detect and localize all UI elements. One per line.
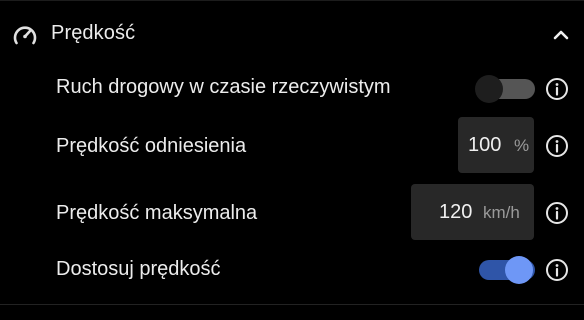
reference-speed-unit: %	[514, 136, 530, 155]
divider-top	[0, 0, 584, 1]
max-speed-unit: km/h	[483, 203, 520, 222]
speed-settings-panel: Prędkość Ruch drogowy w czasie rzeczywis…	[0, 0, 584, 320]
toggle-knob	[475, 75, 503, 103]
max-speed-field[interactable]: 120 km/h	[411, 184, 534, 240]
realtime-traffic-label: Ruch drogowy w czasie rzeczywistym	[56, 76, 391, 98]
speedometer-icon	[13, 26, 37, 45]
section-title: Prędkość	[51, 22, 136, 44]
adjust-speed-label: Dostosuj prędkość	[56, 258, 221, 280]
realtime-traffic-toggle[interactable]	[475, 75, 535, 103]
info-icon[interactable]	[545, 258, 569, 282]
info-icon[interactable]	[545, 201, 569, 225]
info-icon[interactable]	[545, 134, 569, 158]
max-speed-value: 120	[439, 201, 473, 223]
reference-speed-label: Prędkość odniesienia	[56, 135, 247, 157]
reference-speed-value: 100	[468, 134, 502, 156]
toggle-knob	[505, 256, 533, 284]
divider-bottom	[0, 304, 584, 305]
adjust-speed-toggle[interactable]	[479, 256, 535, 284]
reference-speed-field[interactable]: 100 %	[458, 117, 534, 173]
info-icon[interactable]	[545, 77, 569, 101]
chevron-up-icon[interactable]	[553, 29, 569, 41]
speed-section-header[interactable]: Prędkość	[0, 12, 584, 56]
max-speed-label: Prędkość maksymalna	[56, 202, 258, 224]
